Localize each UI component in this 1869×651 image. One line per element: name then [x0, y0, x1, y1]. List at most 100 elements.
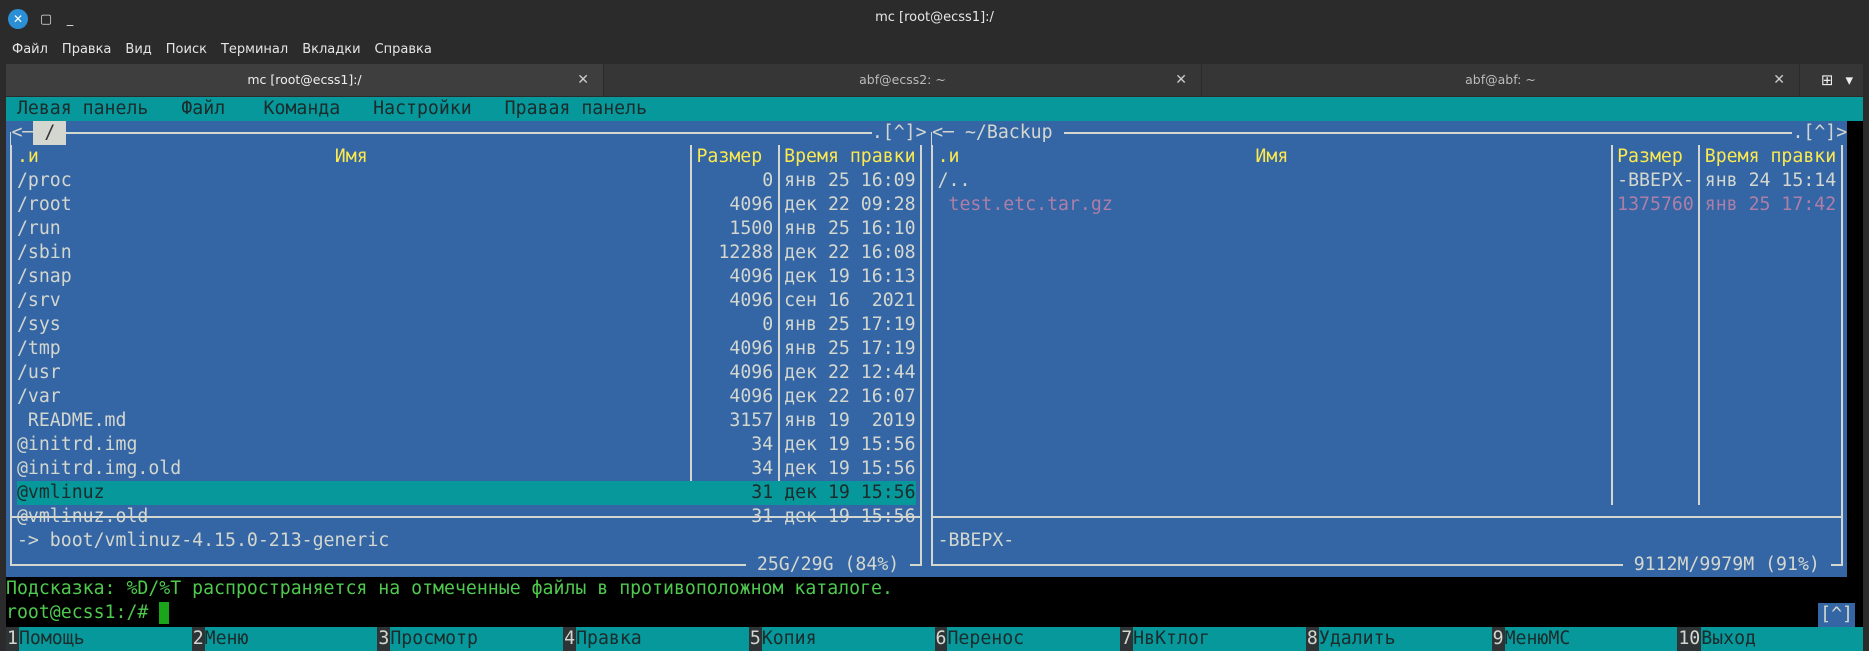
- file-row-name[interactable]: /sys: [17, 313, 61, 337]
- file-row-size: 31: [751, 482, 774, 503]
- file-row-name[interactable]: /proc: [17, 169, 72, 193]
- close-tab-icon[interactable]: ✕: [1773, 64, 1785, 96]
- mc-menu-item[interactable]: Правая панель: [505, 97, 647, 121]
- close-tab-icon[interactable]: ✕: [1175, 64, 1187, 96]
- column-divider: [1610, 145, 1613, 505]
- left-panel[interactable]: <─ / .[^]> .и Имя Размер Время правки/proc 0 янв…: [6, 121, 927, 577]
- hint-text: Подсказка: %D/%T распространяется на отм…: [6, 578, 893, 599]
- column-header-name[interactable]: Имя: [17, 145, 686, 169]
- mc-menu-item[interactable]: Настройки: [373, 97, 472, 121]
- menu-tabs[interactable]: Вкладки: [302, 38, 360, 62]
- tab-2[interactable]: abf@ecss2: ~ ✕: [604, 64, 1202, 96]
- tab-label: abf@abf: ~: [1465, 72, 1536, 87]
- history-left-arrow[interactable]: <─: [11, 121, 34, 145]
- menu-edit[interactable]: Правка: [62, 38, 111, 62]
- file-row-time: дек 19 15:56: [784, 458, 916, 479]
- file-row-time: янв 25 17:19: [784, 314, 916, 335]
- history-up-button[interactable]: [^]: [1818, 603, 1855, 627]
- file-row-name[interactable]: @vmlinuz: [17, 481, 105, 505]
- menu-view[interactable]: Вид: [125, 38, 151, 62]
- history-left-arrow[interactable]: <─: [932, 121, 954, 145]
- file-row-size: 4096: [729, 266, 774, 287]
- fkey-7[interactable]: 7 НвКтлог: [1120, 627, 1306, 651]
- fkey-5[interactable]: 5 Копия: [748, 627, 935, 651]
- file-row-time: янв 19 2019: [784, 410, 916, 431]
- fkey-number: 9: [1491, 627, 1505, 651]
- fkey-number: 3: [377, 627, 391, 651]
- fkey-1[interactable]: 1 Помощь: [6, 627, 192, 651]
- file-row-size: 31: [751, 506, 774, 527]
- fkey-10[interactable]: 10 Выход: [1677, 627, 1863, 651]
- menu-help[interactable]: Справка: [375, 38, 432, 62]
- fkey-number: 1: [6, 627, 19, 651]
- menu-terminal[interactable]: Терминал: [221, 38, 288, 62]
- fkey-number: 5: [748, 627, 762, 651]
- file-row-size: 1500: [729, 218, 774, 239]
- current-path[interactable]: ~/Backup: [954, 121, 1064, 145]
- file-row-name[interactable]: README.md: [17, 409, 127, 433]
- file-row-size: 3157: [729, 410, 774, 431]
- file-row-name[interactable]: /..: [938, 169, 971, 193]
- file-row-size: 0: [762, 314, 774, 335]
- fkey-label: Правка: [576, 628, 642, 649]
- file-row-name[interactable]: @vmlinuz.old: [17, 505, 148, 529]
- menu-search[interactable]: Поиск: [166, 38, 207, 62]
- menu-file[interactable]: Файл: [12, 38, 48, 62]
- file-row-size: 4096: [729, 338, 774, 359]
- fkey-3[interactable]: 3 Просмотр: [377, 627, 564, 651]
- file-info: -> boot/vmlinuz-4.15.0-213-generic: [16, 530, 390, 551]
- fkey-label: Выход: [1701, 628, 1756, 649]
- new-tab-icon[interactable]: ⊞: [1821, 71, 1834, 89]
- file-row-name[interactable]: /snap: [17, 265, 72, 289]
- file-row-name[interactable]: /tmp: [17, 337, 61, 361]
- file-row-name[interactable]: @initrd.img: [17, 433, 137, 457]
- cursor: [159, 602, 169, 624]
- column-header-name[interactable]: Имя: [938, 145, 1607, 169]
- tab-label: mc [root@ecss1]:/: [247, 72, 362, 87]
- file-row-name[interactable]: /run: [17, 217, 61, 241]
- terminal[interactable]: Левая панель Файл Команда Настройки Правая п…: [6, 97, 1863, 651]
- fkey-label: НвКтлог: [1133, 628, 1210, 649]
- file-row-name[interactable]: test.etc.tar.gz: [938, 193, 1113, 217]
- file-row-name[interactable]: /sbin: [17, 241, 72, 265]
- file-row-name[interactable]: /usr: [17, 361, 61, 385]
- tab-1[interactable]: mc [root@ecss1]:/ ✕: [6, 64, 604, 96]
- file-row-size: 12288: [718, 242, 774, 263]
- app-menubar: Файл Правка Вид Поиск Терминал Вкладки С…: [0, 38, 1869, 62]
- file-row-name[interactable]: /var: [17, 385, 61, 409]
- file-row-size: 4096: [729, 362, 774, 383]
- fkey-label: Помощь: [18, 628, 85, 649]
- mc-menu-item[interactable]: Команда: [264, 97, 341, 121]
- fkey-label: Копия: [761, 628, 817, 649]
- current-path[interactable]: /: [33, 121, 67, 145]
- right-panel[interactable]: <─ ~/Backup .[^]> .и Имя Размер Время правки/.…: [926, 121, 1848, 577]
- close-tab-icon[interactable]: ✕: [577, 64, 589, 96]
- file-row-name[interactable]: /root: [17, 193, 72, 217]
- panel-corner-buttons[interactable]: .[^]>: [1792, 121, 1848, 145]
- column-header-size[interactable]: Размер: [696, 145, 762, 169]
- file-row-time: дек 19 15:56: [784, 434, 916, 455]
- fkey-9[interactable]: 9 МенюMC: [1491, 627, 1678, 651]
- fkey-8[interactable]: 8 Удалить: [1305, 627, 1492, 651]
- file-row-time: дек 19 16:13: [784, 266, 916, 287]
- fkey-label: Просмотр: [390, 628, 478, 649]
- panel-corner-buttons[interactable]: .[^]>: [871, 121, 927, 145]
- file-row-time: дек 19 15:56: [784, 506, 916, 527]
- column-header-size[interactable]: Размер: [1617, 145, 1683, 169]
- tab-menu-chevron-down-icon[interactable]: ▾: [1845, 71, 1853, 89]
- file-row-name[interactable]: /srv: [17, 289, 61, 313]
- fkey-2[interactable]: 2 Меню: [191, 627, 378, 651]
- command-prompt[interactable]: root@ecss1:/#: [6, 601, 159, 625]
- file-row-time: дек 19 15:56: [784, 482, 916, 503]
- fkey-6[interactable]: 6 Перенос: [934, 627, 1121, 651]
- column-header-time[interactable]: Время правки: [1705, 145, 1836, 169]
- mc-menu-item[interactable]: Левая панель: [17, 97, 148, 121]
- file-row-name[interactable]: @initrd.img.old: [17, 457, 181, 481]
- column-header-time[interactable]: Время правки: [784, 145, 915, 169]
- file-row-size: 1375760: [1617, 194, 1694, 215]
- fkey-4[interactable]: 4 Правка: [563, 627, 749, 651]
- fkey-number: 4: [563, 627, 577, 651]
- mc-menu-item[interactable]: Файл: [181, 97, 225, 121]
- tab-3[interactable]: abf@abf: ~ ✕: [1202, 64, 1800, 96]
- fkey-label: Удалить: [1318, 628, 1396, 649]
